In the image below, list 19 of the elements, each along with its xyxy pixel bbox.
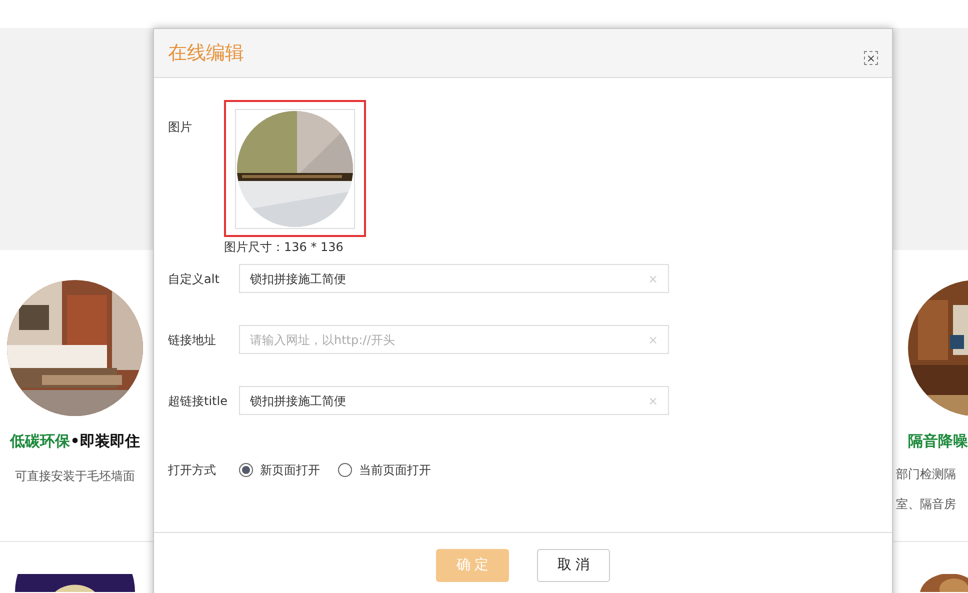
feature-title: 隔音降噪 [907, 431, 968, 452]
radio-option[interactable]: 新页面打开 [239, 461, 320, 479]
text-field[interactable]: 锁扣拼接施工简便 × [239, 264, 669, 293]
text-field[interactable]: 锁扣拼接施工简便 × [239, 386, 669, 415]
close-button[interactable]: × [864, 51, 878, 65]
feature-description: 可直接安装于毛坯墙面 [15, 468, 135, 484]
feature-title: 低碳环保•即装即住 [10, 431, 140, 452]
dialog-title: 在线编辑 [168, 40, 244, 66]
field-label: 图片 [168, 119, 193, 136]
feature-description: 部门检测隔 [896, 466, 957, 482]
field-label: 打开方式 [168, 462, 217, 479]
feature-description: 室、隔音房 [896, 496, 957, 512]
field-label: 链接地址 [168, 332, 217, 348]
image-frame[interactable] [224, 100, 366, 237]
field-label: 超链接title [168, 392, 228, 410]
field-label: 自定义alt [168, 270, 220, 288]
image-size-caption: 图片尺寸：136 * 136 [224, 239, 344, 256]
cancel-button[interactable]: 取 消 [537, 549, 610, 582]
radio-option[interactable]: 当前页面打开 [338, 461, 431, 479]
